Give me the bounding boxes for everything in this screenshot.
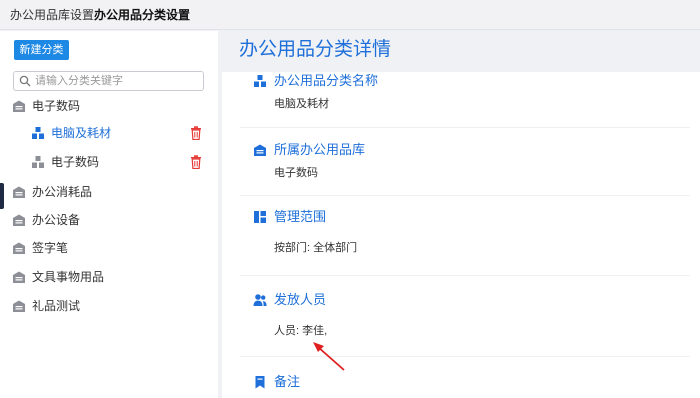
section-title-library: 所属办公用品库	[274, 142, 366, 157]
section-divider	[240, 275, 690, 276]
top-tab-bar: 办公用品库设置 办公用品分类设置	[0, 0, 700, 30]
section-title-category-name: 办公用品分类名称	[274, 73, 379, 88]
page-title: 办公用品分类详情	[239, 39, 392, 60]
users-icon	[253, 294, 267, 306]
scope-icon	[254, 211, 266, 223]
tree-item-label: 电子数码	[32, 99, 81, 113]
section-title-remarks: 备注	[274, 374, 301, 389]
delete-icon[interactable]	[190, 126, 202, 140]
category-icon	[254, 75, 266, 87]
section-value-library: 电子数码	[274, 167, 318, 179]
warehouse-icon	[13, 214, 25, 226]
tree-item-computers-consumables[interactable]: 电脑及耗材	[31, 122, 181, 144]
tree-item-label: 办公设备	[32, 213, 81, 227]
tree-item-electronics[interactable]: 电子数码	[12, 95, 202, 117]
tree-item-label: 文具事物用品	[32, 270, 105, 284]
section-title-scope: 管理范围	[274, 209, 327, 224]
warehouse-icon	[13, 271, 25, 283]
tree-item-label: 办公消耗品	[32, 185, 93, 199]
detail-header: 办公用品分类详情	[222, 31, 700, 72]
delete-icon[interactable]	[190, 155, 202, 169]
warehouse-icon	[13, 300, 25, 312]
tree-item-label: 签字笔	[32, 241, 69, 255]
tree-item-office-consumables[interactable]: 办公消耗品	[12, 181, 202, 203]
section-title-distributors: 发放人员	[274, 292, 327, 307]
tab-office-supply-library-settings[interactable]: 办公用品库设置	[10, 8, 94, 22]
category-search-box[interactable]	[13, 71, 204, 91]
bookmark-icon	[255, 376, 265, 389]
tree-item-label: 礼品测试	[32, 299, 81, 313]
category-icon	[32, 156, 44, 168]
section-value-category-name: 电脑及耗材	[274, 98, 329, 110]
tree-item-label: 电脑及耗材	[51, 126, 112, 140]
tree-item-gift-test[interactable]: 礼品测试	[12, 295, 202, 317]
category-sidebar: 新建分类 电子数码 电脑及耗材	[0, 31, 218, 398]
search-input[interactable]	[35, 73, 200, 89]
warehouse-icon	[13, 100, 25, 112]
tree-item-electronics-child[interactable]: 电子数码	[31, 151, 181, 173]
tree-item-office-equipment[interactable]: 办公设备	[12, 209, 202, 231]
tree-item-stationery[interactable]: 文具事物用品	[12, 266, 202, 288]
warehouse-icon	[13, 186, 25, 198]
warehouse-icon	[13, 242, 25, 254]
tab-office-supply-category-settings[interactable]: 办公用品分类设置	[94, 8, 190, 22]
search-icon	[19, 75, 31, 87]
tree-item-label: 电子数码	[51, 155, 100, 169]
sidebar-scroll-handle[interactable]	[0, 183, 4, 209]
new-category-button[interactable]: 新建分类	[14, 40, 69, 60]
warehouse-icon	[254, 144, 266, 156]
category-icon	[32, 127, 44, 139]
category-detail-panel: 办公用品分类详情 办公用品分类名称 电脑及耗材 所属办公用品库 电子数码 管理范…	[222, 31, 700, 398]
tree-item-signature-pen[interactable]: 签字笔	[12, 237, 202, 259]
section-value-scope: 按部门: 全体部门	[274, 242, 358, 254]
section-divider	[240, 127, 690, 128]
section-divider	[240, 195, 690, 196]
annotation-arrow-icon	[313, 342, 345, 371]
